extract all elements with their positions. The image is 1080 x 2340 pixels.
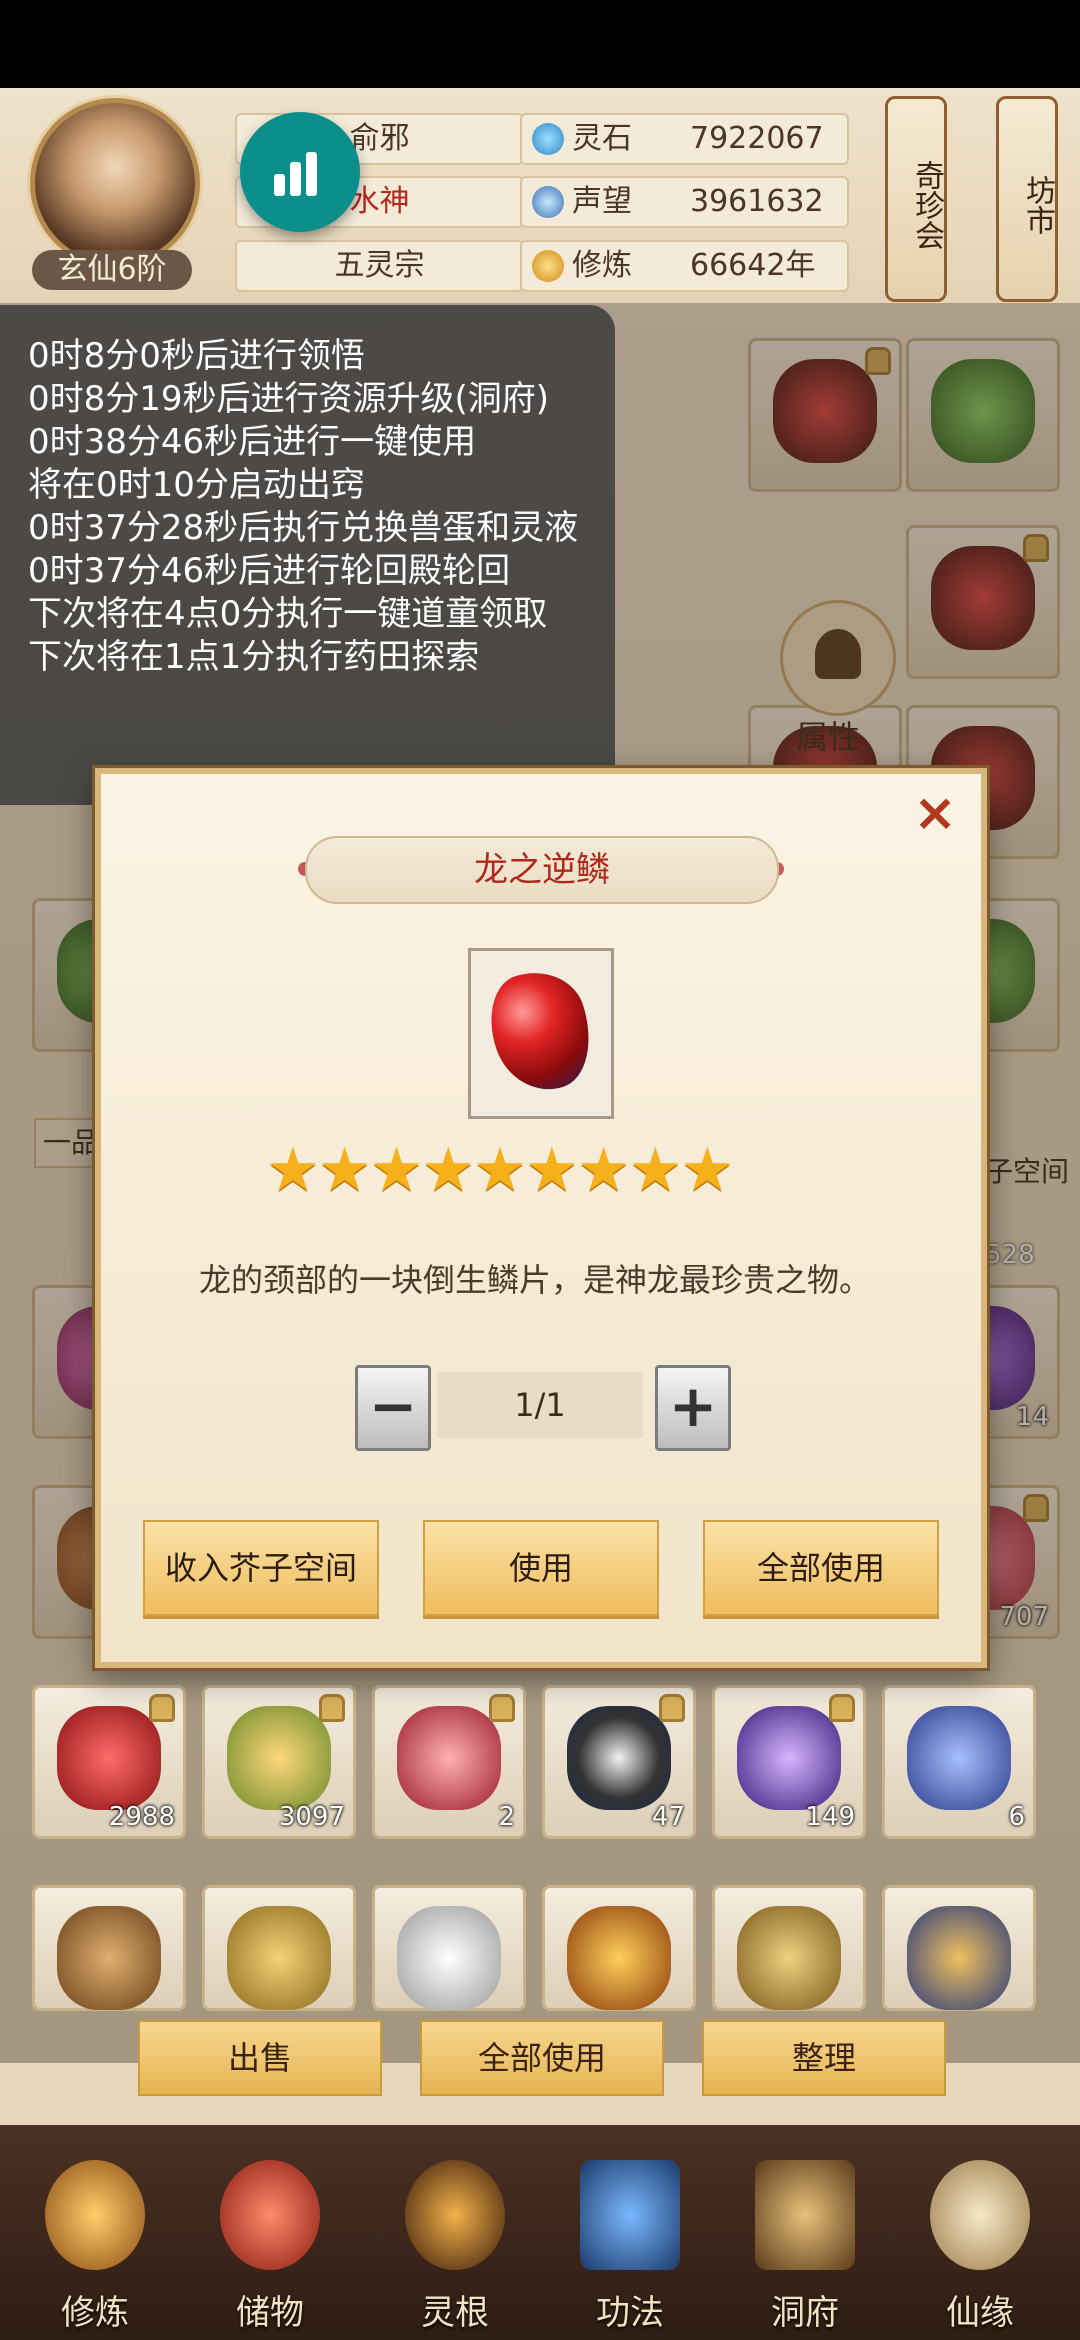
- log-line: 将在0时10分启动出窍: [28, 465, 365, 505]
- star-rating: ★★★★★★★★★: [266, 1135, 734, 1205]
- log-line: 0时37分28秒后执行兑换兽蛋和灵液: [28, 508, 579, 548]
- rank-label: 玄仙6阶: [32, 250, 192, 290]
- spirit-stone-icon: [532, 123, 564, 155]
- stats-fab-button[interactable]: [240, 112, 360, 232]
- resource-cultivation: 修炼 66642年: [520, 240, 849, 292]
- sort-button[interactable]: 整理: [702, 2020, 946, 2096]
- cultivation-icon: [532, 250, 564, 282]
- status-bar: [0, 0, 1080, 88]
- lock-icon: [829, 1694, 855, 1722]
- bar-chart-icon: [274, 152, 322, 196]
- book-icon: [580, 2160, 680, 2270]
- nav-label: 修炼: [61, 2293, 129, 2333]
- monk-icon: [45, 2160, 145, 2270]
- store-in-space-button[interactable]: 收入芥子空间: [143, 1520, 379, 1616]
- lock-icon: [489, 1694, 515, 1722]
- log-line: 0时8分19秒后进行资源升级(洞府): [28, 379, 550, 419]
- item-count: 2: [498, 1802, 515, 1832]
- lock-icon: [149, 1694, 175, 1722]
- lock-icon: [659, 1694, 685, 1722]
- log-line: 0时38分46秒后进行一键使用: [28, 422, 477, 462]
- resource-value: 66642年: [690, 248, 816, 283]
- gourd-icon: [930, 2160, 1030, 2270]
- inventory-slot[interactable]: [202, 1885, 356, 2011]
- task-log-overlay: 0时8分0秒后进行领悟 0时8分19秒后进行资源升级(洞府) 0时38分46秒后…: [0, 305, 615, 805]
- nav-label: 储物: [236, 2293, 304, 2333]
- pouch-icon: [220, 2160, 320, 2270]
- item-count: 149: [805, 1802, 855, 1832]
- player-sect: 五灵宗: [235, 240, 524, 292]
- peach-icon: [397, 1706, 501, 1810]
- inventory-slot[interactable]: 47: [542, 1685, 696, 1839]
- item-image-frame: [468, 948, 614, 1119]
- scroll-label: 坊市: [1020, 175, 1055, 235]
- log-line: 下次将在1点1分执行药田探索: [28, 637, 480, 677]
- inventory-slot[interactable]: [882, 1885, 1036, 2011]
- item-count: 2988: [108, 1802, 175, 1832]
- lock-icon: [319, 1694, 345, 1722]
- nav-label: 洞府: [771, 2293, 839, 2333]
- log-line: 0时8分0秒后进行领悟: [28, 336, 365, 376]
- sell-button[interactable]: 出售: [138, 2020, 382, 2096]
- nav-cultivate[interactable]: 修炼: [20, 2140, 170, 2335]
- dragon-scale-icon: [476, 959, 606, 1103]
- item-count: 3097: [278, 1802, 345, 1832]
- resource-label: 声望: [572, 184, 632, 219]
- nav-technique[interactable]: 功法: [555, 2140, 705, 2335]
- berry-icon: [57, 1706, 161, 1810]
- resource-spirit-stone: 灵石 7922067: [520, 113, 849, 165]
- yin-yang-icon: [567, 1706, 671, 1810]
- treasure-fair-scroll[interactable]: 奇珍会: [885, 96, 947, 302]
- gate-icon: [755, 2160, 855, 2270]
- orb-icon: [567, 1906, 671, 2010]
- bundle-icon: [57, 1906, 161, 2010]
- inventory-slot[interactable]: 2988: [32, 1685, 186, 1839]
- log-line: 下次将在4点0分执行一键道童领取: [28, 594, 548, 634]
- dialog-title: 龙之逆鳞: [305, 836, 779, 904]
- use-all-button[interactable]: 全部使用: [703, 1520, 939, 1616]
- use-button[interactable]: 使用: [423, 1520, 659, 1616]
- reputation-icon: [532, 186, 564, 218]
- nav-label: 灵根: [421, 2293, 489, 2333]
- inventory-slot[interactable]: [542, 1885, 696, 2011]
- log-line: 0时37分46秒后进行轮回殿轮回: [28, 551, 511, 591]
- stone-icon: [397, 1906, 501, 2010]
- nav-cave[interactable]: 洞府: [730, 2140, 880, 2335]
- inventory-slot[interactable]: [372, 1885, 526, 2011]
- decrease-button[interactable]: −: [355, 1365, 431, 1451]
- inventory-slot[interactable]: 2: [372, 1685, 526, 1839]
- herb-icon: [227, 1906, 331, 2010]
- herb-icon: [907, 1706, 1011, 1810]
- inventory-slot[interactable]: 6: [882, 1685, 1036, 1839]
- use-all-bottom-button[interactable]: 全部使用: [420, 2020, 664, 2096]
- market-scroll[interactable]: 坊市: [996, 96, 1058, 302]
- fruit-icon: [227, 1706, 331, 1810]
- nav-fate[interactable]: 仙缘: [905, 2140, 1055, 2335]
- resource-value: 3961632: [690, 184, 824, 219]
- item-count: 6: [1008, 1802, 1025, 1832]
- triskelion-icon: [405, 2160, 505, 2270]
- nav-storage[interactable]: 储物: [195, 2140, 345, 2335]
- inventory-slot[interactable]: [32, 1885, 186, 2011]
- inventory-slot[interactable]: 3097: [202, 1685, 356, 1839]
- increase-button[interactable]: +: [655, 1365, 731, 1451]
- resource-value: 7922067: [690, 121, 824, 156]
- scroll-label: 奇珍会: [909, 160, 944, 250]
- close-icon[interactable]: ×: [910, 787, 960, 839]
- resource-label: 修炼: [572, 248, 632, 283]
- inventory-slot[interactable]: [712, 1885, 866, 2011]
- item-count: 47: [651, 1802, 685, 1832]
- resource-label: 灵石: [572, 121, 632, 156]
- nav-label: 仙缘: [946, 2293, 1014, 2333]
- nav-spirit-root[interactable]: 灵根: [380, 2140, 530, 2335]
- nav-label: 功法: [596, 2293, 664, 2333]
- scroll-icon: [907, 1906, 1011, 2010]
- inventory-slot[interactable]: 149: [712, 1685, 866, 1839]
- resource-reputation: 声望 3961632: [520, 176, 849, 228]
- talisman-icon: [737, 1906, 841, 2010]
- crystal-icon: [737, 1706, 841, 1810]
- avatar[interactable]: [30, 98, 200, 268]
- item-description: 龙的颈部的一块倒生鳞片，是神龙最珍贵之物。: [198, 1261, 871, 1299]
- quantity-field[interactable]: 1/1: [437, 1372, 643, 1438]
